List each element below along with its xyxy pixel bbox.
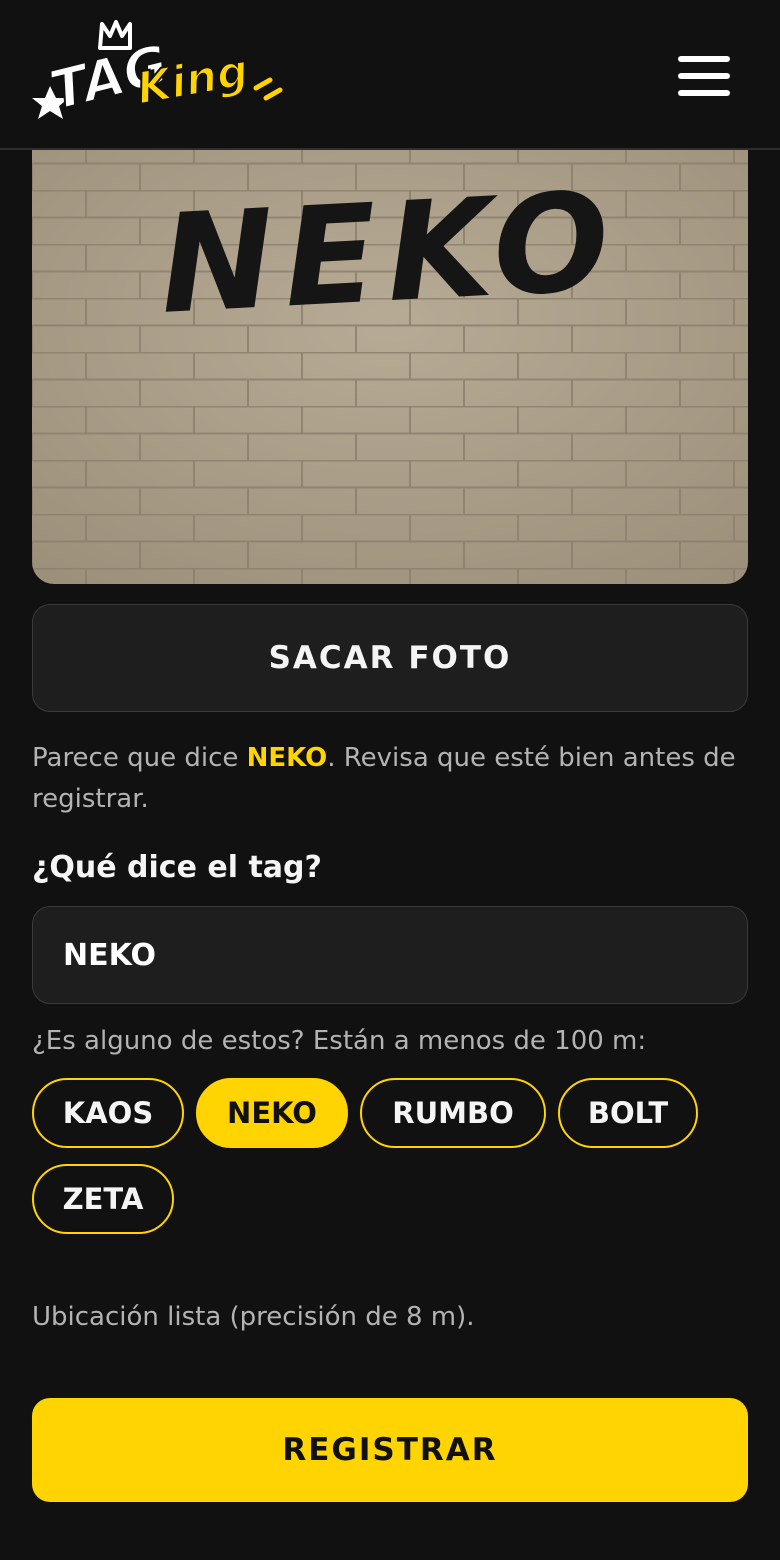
tag-text-input[interactable]: [32, 906, 748, 1004]
tag-question-label: ¿Qué dice el tag?: [32, 850, 322, 885]
brick-wall-image: NEKO: [32, 150, 748, 584]
nearby-tags-label: ¿Es alguno de estos? Están a menos de 10…: [32, 1026, 647, 1056]
tag-photo-preview: NEKO: [32, 150, 748, 584]
register-button[interactable]: REGISTRAR: [32, 1398, 748, 1502]
location-status: Ubicación lista (precisión de 8 m).: [32, 1302, 475, 1332]
hamburger-menu-icon[interactable]: [666, 48, 742, 104]
tag-chip-neko[interactable]: NEKO: [196, 1078, 348, 1148]
detection-prefix: Parece que dice: [32, 743, 247, 773]
detected-tag-text: NEKO: [246, 743, 328, 773]
tag-chip-kaos[interactable]: KAOS: [32, 1078, 184, 1148]
take-photo-button[interactable]: SACAR FOTO: [32, 604, 748, 712]
tagking-logo[interactable]: TAG King: [30, 18, 292, 130]
tag-chip-zeta[interactable]: ZETA: [32, 1164, 174, 1234]
app-header: TAG King: [0, 0, 780, 150]
tag-chip-bolt[interactable]: BOLT: [558, 1078, 698, 1148]
painted-tag-text: NEKO: [156, 163, 623, 345]
tag-chip-rumbo[interactable]: RUMBO: [360, 1078, 546, 1148]
detection-hint: Parece que dice NEKO. Revisa que esté bi…: [32, 738, 752, 820]
